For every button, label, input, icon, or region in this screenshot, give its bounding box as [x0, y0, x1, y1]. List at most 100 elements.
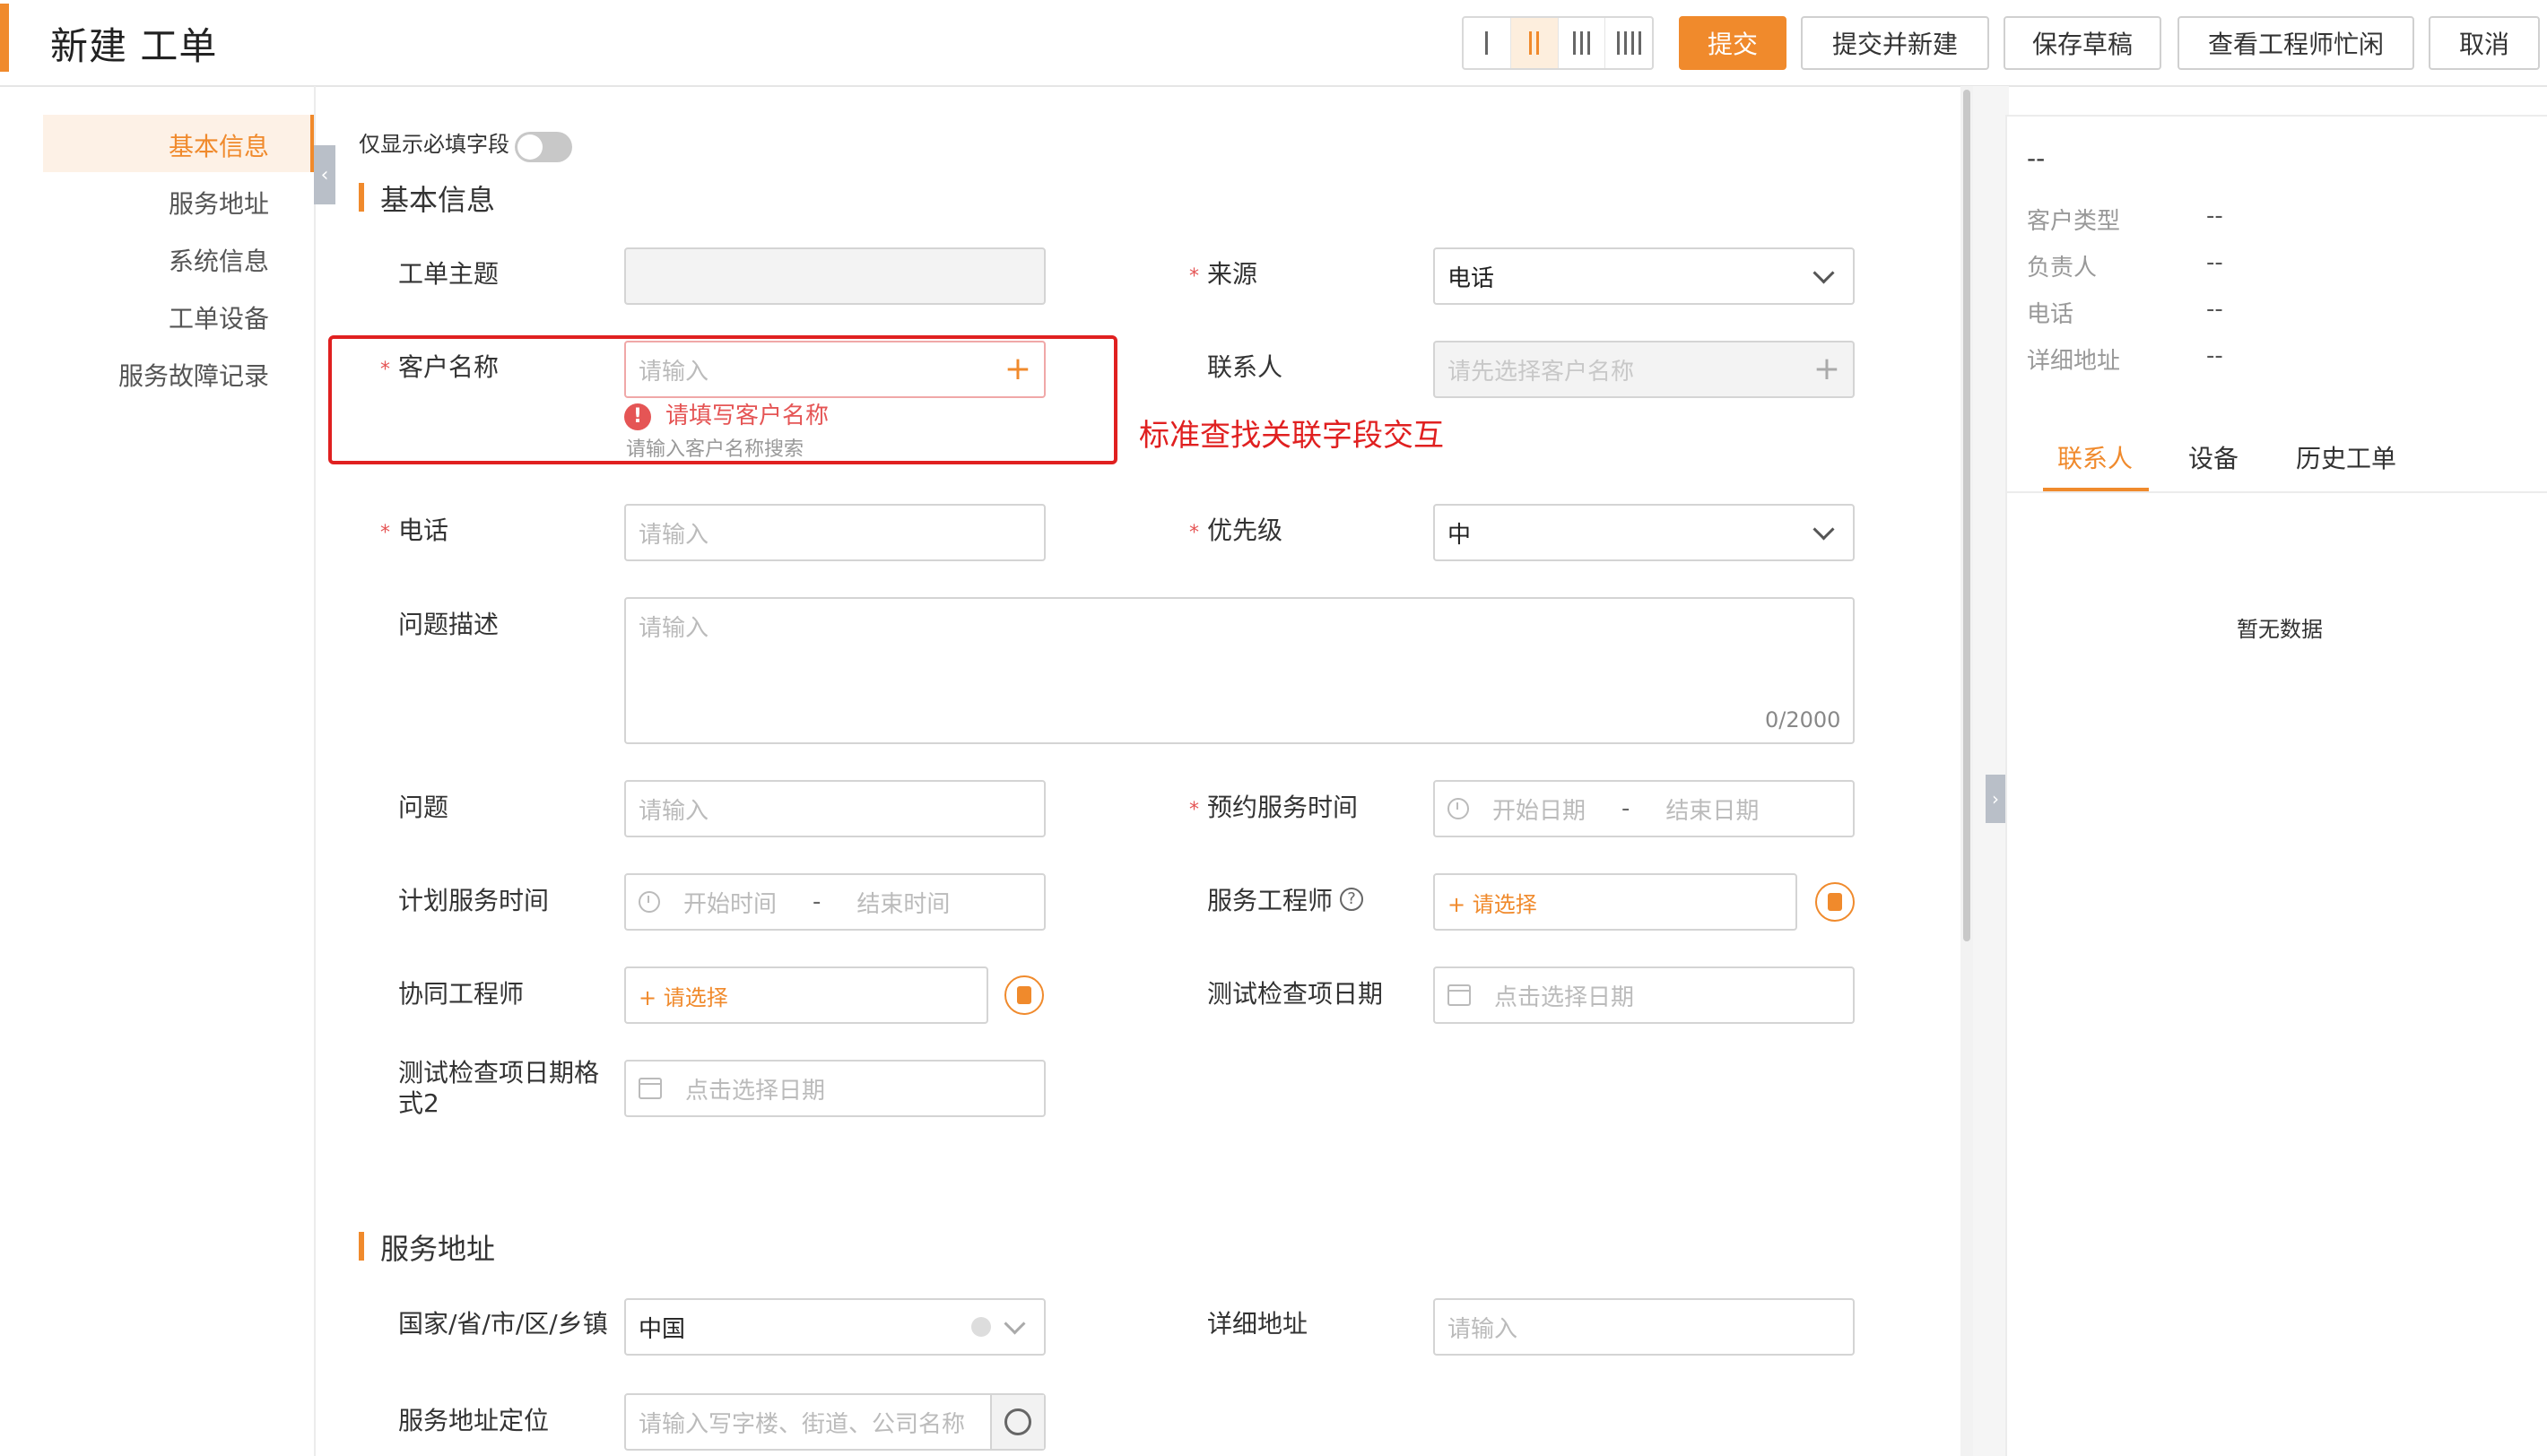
header: 新建 工单 提交 提交并新建 保存草稿 查看工程师忙闲 取消 — [0, 0, 2547, 87]
tab-equipment[interactable]: 设备 — [2188, 439, 2238, 475]
tabs-divider — [2007, 491, 2547, 493]
appointment-start[interactable]: 开始日期 — [1492, 793, 1586, 826]
panel-gutter — [1973, 86, 2009, 1456]
test-date2-placeholder: 点击选择日期 — [685, 1077, 826, 1105]
required-only-toggle[interactable] — [515, 132, 572, 162]
priority-label: 优先级 — [1207, 516, 1283, 545]
layout-1-column-button[interactable] — [1464, 18, 1511, 68]
priority-select[interactable]: 中 — [1433, 504, 1855, 561]
clock-icon — [639, 891, 660, 913]
issue-input[interactable]: 请输入 — [624, 780, 1046, 837]
address-detail-input[interactable]: 请输入 — [1433, 1298, 1855, 1356]
nav-item-basic-info[interactable]: 基本信息 — [169, 127, 269, 163]
test-date-label: 测试检查项日期 — [1207, 979, 1384, 1009]
clear-icon[interactable] — [971, 1317, 991, 1337]
contact-placeholder: 请先选择客户名称 — [1447, 358, 1635, 386]
region-cascader[interactable]: 中国 — [624, 1298, 1046, 1356]
collapse-left-icon[interactable]: ‹ — [314, 145, 335, 204]
source-value: 电话 — [1447, 264, 1495, 292]
form-scrollbar-thumb[interactable] — [1963, 90, 1970, 941]
contact-label: 联系人 — [1207, 352, 1283, 382]
submit-and-new-button[interactable]: 提交并新建 — [1801, 16, 1989, 70]
clipboard-icon[interactable] — [1004, 975, 1044, 1015]
chevron-down-icon — [1812, 261, 1835, 284]
clipboard-icon[interactable] — [1815, 882, 1855, 922]
planned-start[interactable]: 开始时间 — [683, 886, 777, 919]
address-locate-placeholder: 请输入写字楼、街道、公司名称 — [639, 1410, 966, 1438]
cancel-button[interactable]: 取消 — [2429, 16, 2540, 70]
required-mark: * — [1189, 522, 1199, 544]
panel-row-value: -- — [2206, 296, 2223, 323]
submit-button[interactable]: 提交 — [1679, 16, 1786, 70]
column-layout-switcher — [1462, 16, 1654, 70]
subject-label: 工单主题 — [398, 259, 500, 289]
required-mark: * — [1189, 799, 1199, 821]
annotation-text: 标准查找关联字段交互 — [1139, 418, 1444, 454]
address-detail-placeholder: 请输入 — [1447, 1315, 1518, 1343]
engineer-label: 服务工程师 — [1207, 886, 1334, 915]
chevron-down-icon — [1812, 517, 1835, 541]
co-engineer-placeholder: + 请选择 — [639, 984, 728, 1010]
nav-item-service-address[interactable]: 服务地址 — [169, 185, 269, 221]
appointment-date-range[interactable]: 开始日期 - 结束日期 — [1433, 780, 1855, 837]
subject-input[interactable] — [624, 247, 1046, 305]
plus-icon: + — [1812, 351, 1840, 387]
description-placeholder: 请输入 — [639, 615, 709, 642]
phone-input[interactable]: 请输入 — [624, 504, 1046, 561]
region-label: 国家/省/市/区/乡镇 — [398, 1309, 608, 1339]
map-locate-icon[interactable] — [990, 1395, 1044, 1449]
range-separator: - — [813, 888, 821, 915]
planned-end[interactable]: 结束时间 — [856, 886, 950, 919]
required-only-toggle-label: 仅显示必填字段 — [359, 132, 509, 157]
help-icon[interactable]: ? — [1340, 888, 1363, 911]
layout-2-column-button[interactable] — [1510, 18, 1559, 68]
calendar-icon — [1447, 984, 1471, 1006]
test-date2-picker[interactable]: 点击选择日期 — [624, 1060, 1046, 1117]
engineer-availability-button[interactable]: 查看工程师忙闲 — [2178, 16, 2414, 70]
co-engineer-select[interactable]: + 请选择 — [624, 966, 988, 1024]
save-draft-button[interactable]: 保存草稿 — [2004, 16, 2161, 70]
test-date2-label-line1: 测试检查项日期格 — [398, 1058, 600, 1088]
description-textarea[interactable]: 请输入 — [624, 597, 1855, 744]
address-locate-input[interactable]: 请输入写字楼、街道、公司名称 — [624, 1393, 1046, 1451]
customer-info-panel: -- 客户类型 -- 负责人 -- 电话 -- 详细地址 -- 联系人 设备 历… — [2005, 115, 2547, 1456]
section-title-basic: 基本信息 — [380, 183, 496, 217]
nav-item-system-info[interactable]: 系统信息 — [169, 242, 269, 278]
nav-item-fault-records[interactable]: 服务故障记录 — [118, 357, 269, 393]
nav-divider — [314, 86, 316, 1456]
tab-contacts[interactable]: 联系人 — [2057, 439, 2133, 475]
panel-row-label: 电话 — [2027, 301, 2074, 328]
title-accent-bar — [0, 4, 9, 72]
priority-value: 中 — [1447, 521, 1472, 549]
panel-row-label: 负责人 — [2027, 255, 2098, 282]
address-detail-label: 详细地址 — [1207, 1309, 1308, 1339]
empty-state-text: 暂无数据 — [2237, 617, 2323, 642]
section-accent-bar — [359, 1232, 364, 1261]
test-date2-label-line2: 式2 — [398, 1088, 439, 1118]
chevron-down-icon — [1004, 1312, 1026, 1335]
contact-lookup-input[interactable]: 请先选择客户名称 + — [1433, 341, 1855, 398]
appointment-end[interactable]: 结束日期 — [1665, 793, 1759, 826]
calendar-icon — [639, 1078, 662, 1099]
required-mark: * — [1189, 265, 1199, 288]
annotation-highlight-box — [328, 335, 1117, 464]
phone-placeholder: 请输入 — [639, 521, 709, 549]
collapse-right-icon[interactable]: › — [1986, 775, 2005, 823]
source-select[interactable]: 电话 — [1433, 247, 1855, 305]
layout-4-column-button[interactable] — [1605, 18, 1652, 68]
issue-placeholder: 请输入 — [639, 797, 709, 825]
panel-row-value: -- — [2206, 342, 2223, 369]
test-date-placeholder: 点击选择日期 — [1494, 984, 1635, 1011]
section-accent-bar — [359, 183, 364, 212]
panel-title: -- — [2027, 143, 2046, 173]
tab-order-history[interactable]: 历史工单 — [2296, 439, 2396, 475]
nav-item-order-equipment[interactable]: 工单设备 — [169, 299, 269, 335]
panel-row-value: -- — [2206, 249, 2223, 276]
panel-row-value: -- — [2206, 203, 2223, 230]
layout-3-column-button[interactable] — [1559, 18, 1606, 68]
test-date-picker[interactable]: 点击选择日期 — [1433, 966, 1855, 1024]
planned-time-range[interactable]: 开始时间 - 结束时间 — [624, 873, 1046, 931]
address-locate-label: 服务地址定位 — [398, 1406, 550, 1435]
engineer-select[interactable]: + 请选择 — [1433, 873, 1797, 931]
section-title-address: 服务地址 — [380, 1232, 496, 1266]
